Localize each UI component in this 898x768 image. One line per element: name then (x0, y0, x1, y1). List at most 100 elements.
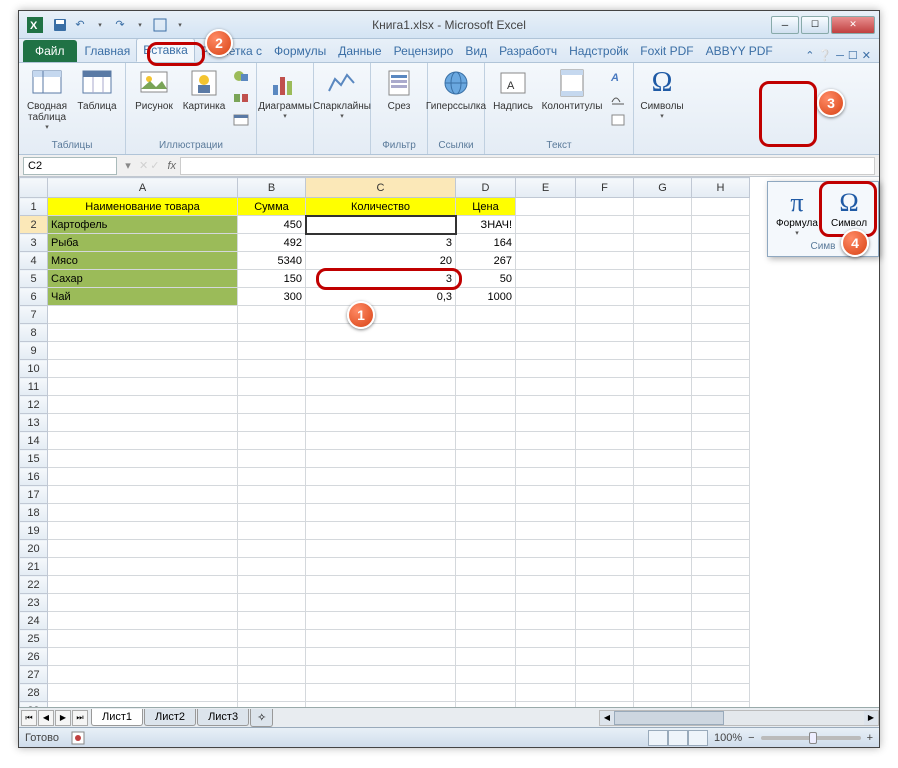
cell[interactable] (306, 432, 456, 450)
cell[interactable] (238, 594, 306, 612)
cell[interactable] (456, 504, 516, 522)
cell[interactable] (692, 342, 750, 360)
cell[interactable] (456, 360, 516, 378)
clipart-button[interactable]: Картинка (180, 65, 228, 114)
cell[interactable] (456, 576, 516, 594)
screenshot-icon[interactable] (231, 110, 251, 130)
cell[interactable] (516, 666, 576, 684)
cell[interactable] (48, 306, 238, 324)
cell[interactable] (238, 630, 306, 648)
row-header[interactable]: 20 (20, 540, 48, 558)
doc-close-icon[interactable]: ✕ (862, 49, 871, 62)
cell[interactable]: 164 (456, 234, 516, 252)
zoom-slider[interactable] (761, 736, 861, 740)
cell[interactable] (634, 288, 692, 306)
cell[interactable] (634, 396, 692, 414)
doc-minimize-icon[interactable]: ─ (836, 50, 844, 62)
cell[interactable]: 492 (238, 234, 306, 252)
cell[interactable] (238, 414, 306, 432)
cell[interactable] (692, 648, 750, 666)
cell[interactable]: 1000 (456, 288, 516, 306)
ribbon-minimize-icon[interactable]: ⌃ (805, 49, 814, 62)
cell[interactable] (516, 306, 576, 324)
table-button[interactable]: Таблица (73, 65, 121, 114)
pivot-table-button[interactable]: Сводная таблица▾ (23, 65, 71, 133)
cell[interactable] (456, 558, 516, 576)
cell[interactable] (48, 432, 238, 450)
cell[interactable] (456, 432, 516, 450)
cell[interactable] (238, 324, 306, 342)
cell[interactable] (48, 414, 238, 432)
cell[interactable] (238, 468, 306, 486)
cell[interactable] (576, 324, 634, 342)
cell[interactable] (692, 396, 750, 414)
cell[interactable] (48, 504, 238, 522)
cell[interactable] (516, 504, 576, 522)
column-header[interactable]: A (48, 178, 238, 198)
cell[interactable]: ЗНАЧ! (456, 216, 516, 234)
cell[interactable] (576, 540, 634, 558)
redo-dropdown-icon[interactable]: ▾ (131, 16, 149, 34)
cell[interactable] (576, 666, 634, 684)
cell[interactable] (516, 630, 576, 648)
row-header[interactable]: 12 (20, 396, 48, 414)
ribbon-tab[interactable]: Вставка (136, 38, 195, 62)
row-header[interactable]: 6 (20, 288, 48, 306)
cell[interactable] (692, 270, 750, 288)
row-header[interactable]: 26 (20, 648, 48, 666)
cell[interactable] (634, 432, 692, 450)
cell[interactable] (48, 342, 238, 360)
cell[interactable] (238, 504, 306, 522)
slicer-button[interactable]: Срез (375, 65, 423, 114)
cell[interactable] (516, 360, 576, 378)
cell[interactable] (456, 378, 516, 396)
row-header[interactable]: 13 (20, 414, 48, 432)
row-header[interactable]: 2 (20, 216, 48, 234)
cell[interactable]: Сахар (48, 270, 238, 288)
column-header[interactable]: D (456, 178, 516, 198)
cell[interactable] (634, 468, 692, 486)
ribbon-tab[interactable]: Разработч (493, 40, 563, 62)
cell[interactable] (634, 666, 692, 684)
column-header[interactable]: C (306, 178, 456, 198)
cell[interactable] (306, 396, 456, 414)
ribbon-tab[interactable]: Foxit PDF (634, 40, 699, 62)
namebox-dropdown-icon[interactable]: ▾ (121, 159, 135, 172)
cell[interactable] (576, 558, 634, 576)
cell[interactable] (576, 360, 634, 378)
row-header[interactable]: 1 (20, 198, 48, 216)
sheet-nav-next-icon[interactable]: ▶ (55, 710, 71, 726)
ribbon-tab[interactable]: Рецензиро (388, 40, 460, 62)
cell[interactable] (634, 324, 692, 342)
header-cell[interactable]: Цена (456, 198, 516, 216)
cell[interactable] (456, 396, 516, 414)
cell[interactable] (456, 630, 516, 648)
row-header[interactable]: 7 (20, 306, 48, 324)
name-box[interactable]: C2 (23, 157, 117, 175)
cell[interactable] (238, 540, 306, 558)
row-header[interactable]: 3 (20, 234, 48, 252)
cell[interactable] (306, 504, 456, 522)
cell[interactable] (238, 378, 306, 396)
cell[interactable] (456, 594, 516, 612)
cell[interactable] (516, 234, 576, 252)
cell[interactable] (456, 306, 516, 324)
cell[interactable] (48, 630, 238, 648)
cell[interactable] (634, 558, 692, 576)
view-pagelayout-icon[interactable] (668, 730, 688, 746)
undo-dropdown-icon[interactable]: ▾ (91, 16, 109, 34)
maximize-button[interactable]: ☐ (801, 16, 829, 34)
cell[interactable] (516, 342, 576, 360)
cell[interactable] (576, 648, 634, 666)
row-header[interactable]: 23 (20, 594, 48, 612)
cell[interactable]: Мясо (48, 252, 238, 270)
sheet-tab[interactable]: Лист2 (144, 709, 196, 726)
cell[interactable] (48, 612, 238, 630)
cell[interactable] (238, 558, 306, 576)
cell[interactable] (306, 486, 456, 504)
fx-icon[interactable]: fx (167, 160, 176, 172)
hyperlink-button[interactable]: Гиперссылка (432, 65, 480, 114)
cell[interactable] (692, 684, 750, 702)
header-cell[interactable]: Количество (306, 198, 456, 216)
cell[interactable]: 150 (238, 270, 306, 288)
